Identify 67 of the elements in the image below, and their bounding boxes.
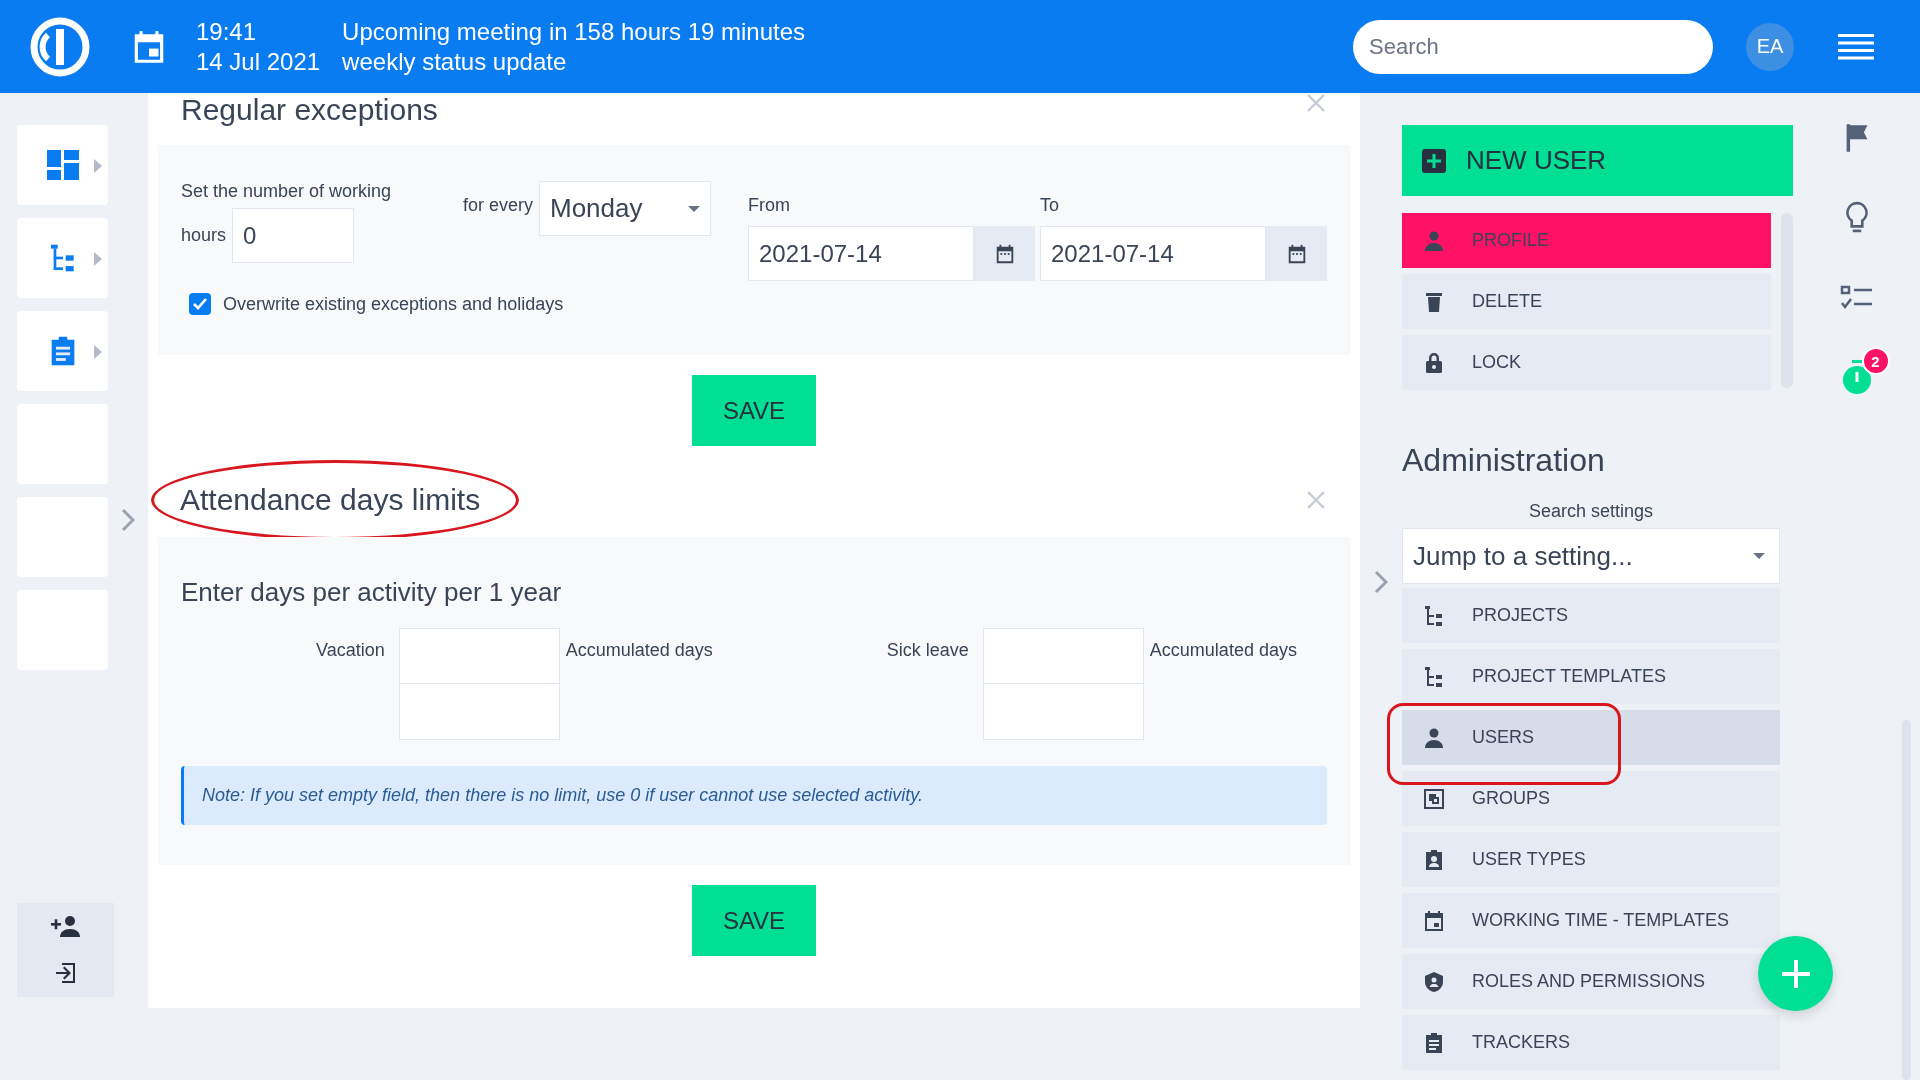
days-input[interactable] [982,628,1144,684]
admin-menu-item[interactable]: ROLES AND PERMISSIONS [1402,954,1780,1009]
section-title: Administration [1402,442,1606,479]
field-label: From [748,195,791,216]
info-note: Note: If you set empty field, then there is no limit, use 0 if user cannot use selected activity. [181,766,1327,825]
calendar-button[interactable] [1266,226,1327,281]
admin-menu-item[interactable]: USERS [1402,710,1780,765]
sidebar-tile[interactable] [17,218,108,298]
admin-menu-item[interactable]: WORKING TIME - TEMPLATES [1402,893,1780,948]
sidebar-tile[interactable] [17,125,108,205]
caret-icon [94,345,102,359]
admin-menu-item[interactable]: PROJECT TEMPLATES [1402,649,1780,704]
field-label: for every [462,195,533,216]
field-label: hours [181,225,227,246]
action-item[interactable]: LOCK [1402,335,1772,390]
admin-menu-item[interactable]: TRACKERS [1402,1015,1780,1070]
menu-icon[interactable] [1838,33,1874,60]
days-input[interactable] [398,684,560,740]
meeting-countdown: Upcoming meeting in 158 hours 19 minutes [342,16,806,47]
action-item[interactable]: DELETE [1402,274,1772,329]
admin-menu-item[interactable]: USER TYPES [1402,832,1780,887]
field-label: Search settings [1527,501,1655,522]
checkmark-icon [192,297,208,311]
settings-select[interactable]: Jump to a setting... [1402,528,1780,584]
field-label: Set the number of working [181,181,393,202]
days-input[interactable] [982,684,1144,740]
from-date-input[interactable]: 2021-07-14 [748,226,974,281]
notification-badge: 2 [1861,347,1890,375]
days-input[interactable] [398,628,560,684]
save-button[interactable]: SAVE [692,375,816,446]
sign-in-icon[interactable] [53,961,78,985]
field-label: Vacation [316,639,385,661]
plus-icon [1779,957,1812,990]
sidebar-tile[interactable] [17,311,108,391]
group-icon [1422,786,1446,811]
field-label: Accumulated days [1149,639,1297,661]
admin-menu-item[interactable]: GROUPS [1402,771,1780,826]
to-date-input[interactable]: 2021-07-14 [1040,226,1266,281]
hours-input[interactable]: 0 [232,208,355,263]
caret-icon [94,252,102,266]
dashboard-icon [46,150,79,180]
section-title: Attendance days limits [180,481,481,518]
field-label: Sick leave [886,639,969,661]
admin-menu-item[interactable]: PROJECTS [1402,588,1780,643]
caret-icon [94,159,102,173]
chevron-icon[interactable] [1374,570,1388,594]
plus-icon [1422,148,1446,173]
checkbox-label: Overwrite existing exceptions and holidays [223,293,564,315]
chevron-icon[interactable] [121,508,135,532]
meeting-title: weekly status update [342,46,568,77]
new-user-button[interactable]: NEW USER [1402,125,1793,196]
calendar-icon [1422,908,1446,933]
section-title: Regular exceptions [181,93,438,128]
day-select[interactable]: Monday [539,181,711,236]
search-field[interactable]: Search [1353,19,1713,74]
field-label: Accumulated days [565,639,713,661]
section-subtitle: Enter days per activity per 1 year [181,577,563,608]
add-user-icon[interactable] [50,915,81,937]
field-label: To [1040,195,1060,216]
logo-icon[interactable] [30,16,90,77]
meeting-date: 14 Jul 2021 [196,46,321,77]
checkbox[interactable] [189,293,211,315]
shield-icon [1422,969,1446,994]
save-button[interactable]: SAVE [692,885,816,956]
calendar-button[interactable] [974,226,1035,281]
meeting-time: 19:41 [196,16,258,47]
checklist-icon[interactable] [1839,285,1874,311]
